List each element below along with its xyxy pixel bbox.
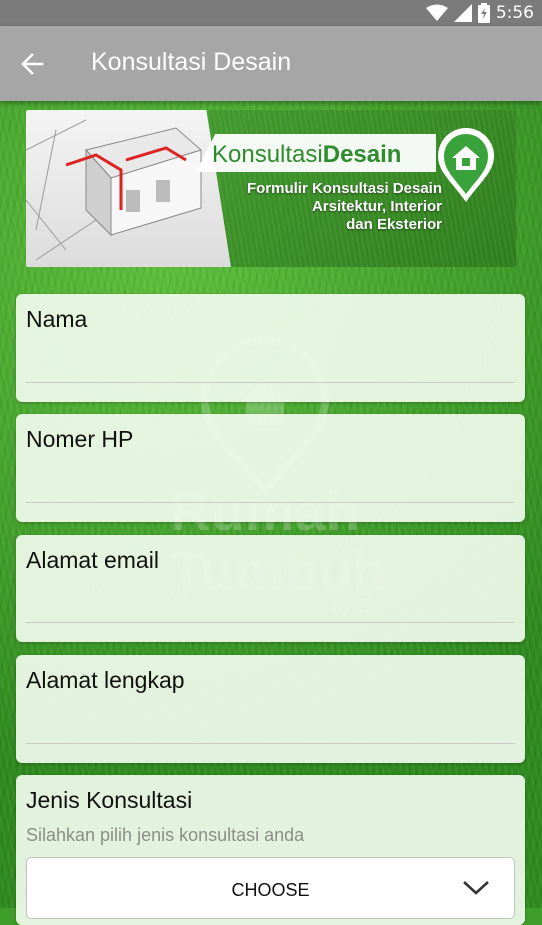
email-card: Alamat email bbox=[16, 535, 525, 642]
consult-type-card: Jenis Konsultasi Silahkan pilih jenis ko… bbox=[16, 775, 525, 925]
address-label: Alamat lengkap bbox=[26, 667, 185, 693]
signal-icon bbox=[453, 4, 472, 22]
consult-type-dropdown[interactable]: CHOOSE bbox=[26, 857, 515, 919]
arrow-left-icon[interactable] bbox=[18, 50, 46, 78]
email-label: Alamat email bbox=[26, 547, 159, 573]
consult-type-label: Jenis Konsultasi bbox=[26, 787, 193, 813]
toolbar-title: Konsultasi Desain bbox=[91, 48, 292, 76]
wifi-icon bbox=[425, 4, 448, 21]
phone-input[interactable] bbox=[26, 464, 515, 500]
status-bar: 5:56 bbox=[0, 0, 542, 26]
address-card: Alamat lengkap bbox=[16, 655, 525, 763]
battery-icon bbox=[477, 3, 490, 23]
app-toolbar: Konsultasi Desain bbox=[0, 26, 542, 101]
phone-label: Nomer HP bbox=[26, 426, 134, 452]
name-underline bbox=[26, 382, 515, 383]
banner-subtitle: Formulir Konsultasi Desain Arsitektur, I… bbox=[246, 180, 442, 233]
house-sketch-icon bbox=[26, 119, 202, 261]
header-banner: KonsultasiDesain Formulir Konsultasi Des… bbox=[26, 110, 516, 267]
address-underline bbox=[26, 743, 515, 744]
name-input[interactable] bbox=[26, 344, 515, 380]
banner-brand: KonsultasiDesain bbox=[212, 141, 402, 168]
email-underline bbox=[26, 622, 515, 623]
consult-type-hint: Silahkan pilih jenis konsultasi anda bbox=[26, 825, 305, 845]
building-illustration bbox=[26, 110, 231, 267]
phone-underline bbox=[26, 502, 515, 503]
consult-type-selected: CHOOSE bbox=[231, 880, 310, 900]
name-card: Nama bbox=[16, 294, 525, 402]
phone-card: Nomer HP bbox=[16, 414, 525, 522]
house-location-logo-icon bbox=[438, 128, 494, 202]
status-time: 5:56 bbox=[495, 3, 534, 23]
address-input[interactable] bbox=[26, 705, 515, 741]
name-label: Nama bbox=[26, 306, 88, 332]
chevron-down-icon bbox=[463, 881, 489, 895]
email-input[interactable] bbox=[26, 585, 515, 621]
